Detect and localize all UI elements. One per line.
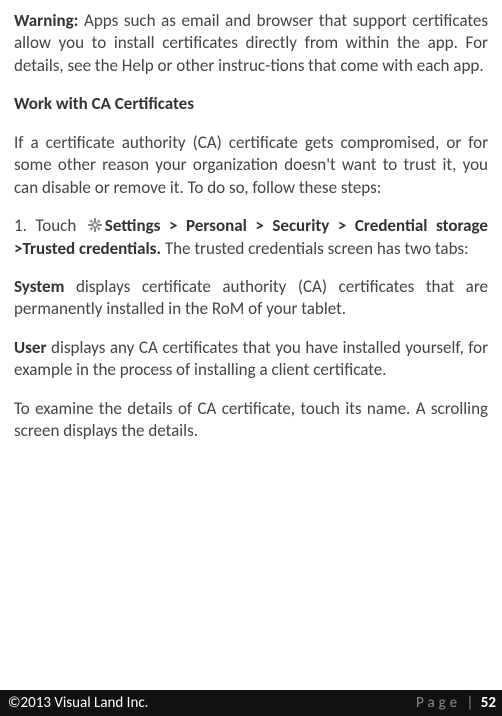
step-1-tail: The trusted credentials screen has two t… <box>161 238 469 259</box>
system-tab-paragraph: System displays certificate authority (C… <box>14 276 488 321</box>
page-body: Warning: Apps such as email and browser … <box>0 0 502 443</box>
page-label: Page <box>416 694 461 712</box>
intro-paragraph: If a certificate authority (CA) certific… <box>14 132 488 199</box>
warning-body: Apps such as email and browser that supp… <box>14 10 488 76</box>
page-separator: | <box>466 694 473 712</box>
user-tab-paragraph: User displays any CA certificates that y… <box>14 337 488 382</box>
warning-paragraph: Warning: Apps such as email and browser … <box>14 10 488 77</box>
system-body: displays certificate authority (CA) cert… <box>14 276 488 319</box>
page-footer: ©2013 Visual Land Inc. Page | 52 <box>0 690 502 716</box>
page-number: 52 <box>481 694 496 712</box>
user-label: User <box>14 337 46 358</box>
step-1: 1. Touch Settings > Personal > Security … <box>14 215 488 260</box>
step-1-prefix: 1. Touch <box>14 215 85 236</box>
warning-label: Warning: <box>14 10 78 31</box>
section-heading: Work with CA Certificates <box>14 93 488 115</box>
system-label: System <box>14 276 64 297</box>
settings-icon <box>87 217 103 233</box>
copyright: ©2013 Visual Land Inc. <box>8 694 148 712</box>
final-paragraph: To examine the details of CA certificate… <box>14 398 488 443</box>
page-indicator: Page | 52 <box>416 694 496 712</box>
user-body: displays any CA certificates that you ha… <box>14 337 488 380</box>
